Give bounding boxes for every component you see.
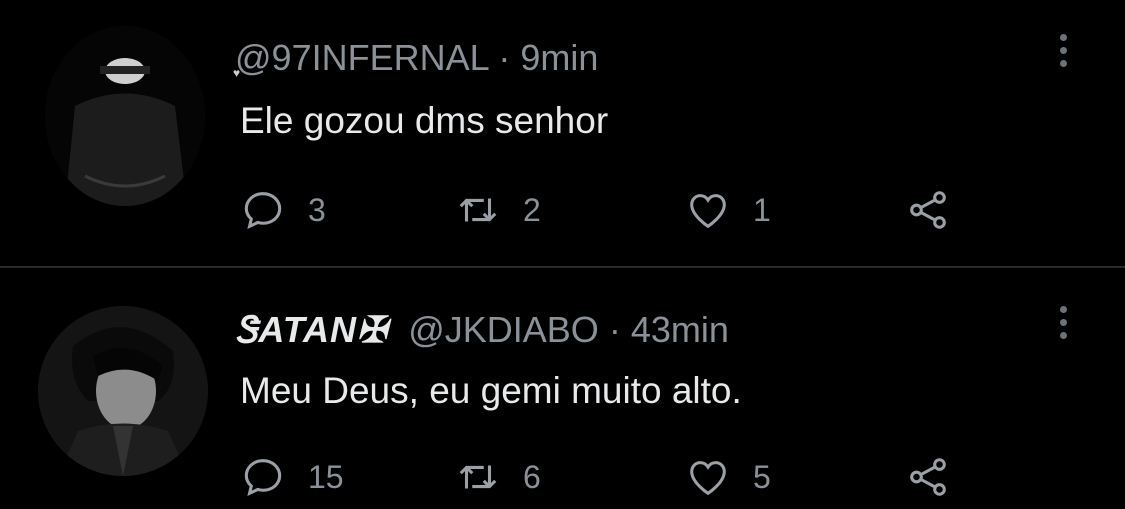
reply-count: 15: [308, 458, 344, 495]
like-button[interactable]: 5: [685, 452, 771, 502]
more-icon[interactable]: [1054, 306, 1072, 348]
reply-icon: [244, 459, 282, 497]
tweet-header: ᏕATAN✠ @JKDIABO · 43min: [235, 309, 729, 352]
tweet[interactable]: ᏕATAN✠ @JKDIABO · 43min Meu Deus, eu gem…: [0, 0, 1125, 509]
retweet-count: 6: [523, 458, 541, 495]
tweet-text: Meu Deus, eu gemi muito alto.: [240, 370, 742, 411]
handle[interactable]: @JKDIABO: [408, 309, 599, 350]
share-icon: [910, 458, 946, 496]
like-count: 5: [753, 458, 771, 495]
retweet-button[interactable]: 6: [455, 452, 541, 502]
timestamp[interactable]: 43min: [631, 309, 729, 350]
like-icon: [690, 461, 726, 496]
separator: ·: [608, 309, 621, 350]
retweet-icon: [459, 465, 497, 489]
avatar[interactable]: [38, 306, 208, 476]
reply-button[interactable]: 15: [240, 452, 344, 502]
share-button[interactable]: [905, 452, 951, 502]
display-name[interactable]: ᏕATAN✠: [235, 309, 388, 350]
